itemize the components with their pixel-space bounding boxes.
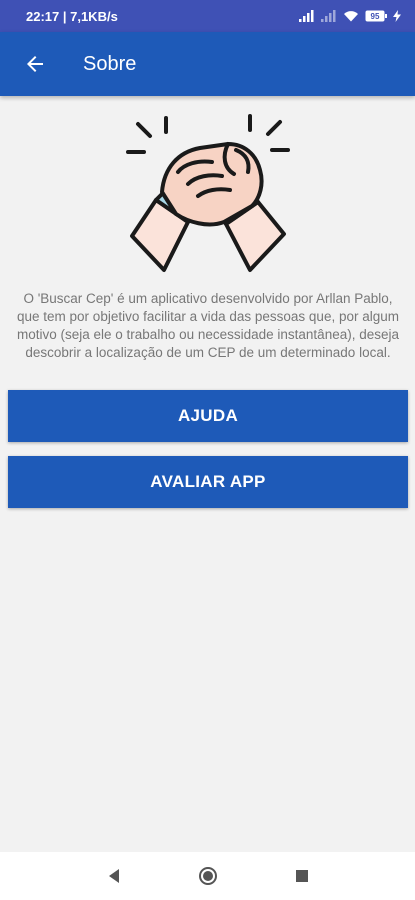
charging-icon: [393, 10, 401, 22]
wifi-icon: [344, 11, 358, 22]
back-triangle-icon: [108, 869, 119, 883]
app-bar: Sobre: [0, 32, 415, 96]
status-bar: 22:17 | 7,1KB/s 95: [0, 0, 415, 32]
battery-icon: 95: [365, 10, 387, 22]
back-button[interactable]: [11, 40, 59, 88]
help-button[interactable]: AJUDA: [8, 390, 408, 442]
status-time: 22:17 | 7,1KB/s: [26, 8, 118, 24]
nav-recents-button[interactable]: [287, 861, 317, 891]
page-title: Sobre: [83, 52, 137, 75]
rate-app-button[interactable]: AVALIAR APP: [8, 456, 408, 508]
system-nav-bar: [0, 852, 415, 900]
recents-square-icon: [295, 870, 308, 882]
arrow-left-icon: [27, 56, 43, 72]
status-icons: 95: [299, 10, 401, 22]
nav-back-button[interactable]: [99, 861, 129, 891]
battery-level: 95: [371, 12, 380, 21]
signal-icon: [299, 10, 314, 22]
nav-home-button[interactable]: [193, 861, 223, 891]
home-circle-icon: [198, 867, 217, 885]
handshake-arm-wrestling-icon: [126, 114, 290, 272]
signal-icon: [321, 10, 336, 22]
about-description: O 'Buscar Cep' é um aplicativo desenvolv…: [17, 291, 399, 360]
